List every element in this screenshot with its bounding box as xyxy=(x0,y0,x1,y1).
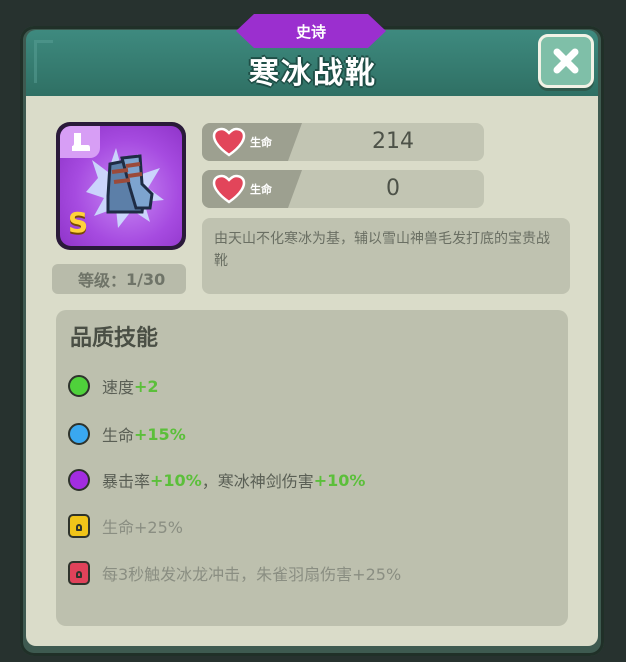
level-label: 等级： xyxy=(78,271,127,290)
stat-label: 生命 xyxy=(250,183,272,196)
green-dot-icon xyxy=(68,375,90,397)
skill-bonus: +10% xyxy=(313,470,366,490)
skill-text: 速度 xyxy=(102,378,135,397)
heart-icon xyxy=(212,174,246,204)
level-value: 1/30 xyxy=(126,269,166,289)
skill-item: 速度 +2 xyxy=(68,372,159,400)
stat-label: 生命 xyxy=(250,136,272,149)
skill-item: 暴击率 +10% ，寒冰神剑伤害 +10% xyxy=(68,466,365,494)
lock-icon xyxy=(68,561,90,585)
item-title: 寒冰战靴 xyxy=(249,56,377,91)
skill-bonus: +10% xyxy=(150,470,202,490)
skill-item-locked: 生命+25% xyxy=(68,512,183,540)
heart-icon xyxy=(212,127,246,157)
stat-value: 214 xyxy=(372,129,414,154)
close-button[interactable] xyxy=(538,34,594,88)
purple-dot-icon xyxy=(68,469,90,491)
skill-text: ，寒冰神剑伤害 xyxy=(201,472,314,491)
stat-row-hp-bonus: 生命 0 xyxy=(202,170,484,208)
blue-dot-icon xyxy=(68,423,90,445)
rarity-badge: 史诗 xyxy=(236,14,386,48)
grade-letter: S xyxy=(68,206,89,239)
skill-bonus: +2 xyxy=(134,376,159,396)
lock-icon xyxy=(68,514,90,538)
skill-text: 每3秒触发冰龙冲击，朱雀羽扇伤害+25% xyxy=(102,565,402,584)
stat-value: 0 xyxy=(386,176,400,201)
ice-boots-icon xyxy=(86,148,164,228)
skill-text: 生命 xyxy=(102,426,135,445)
skill-item: 生命 +15% xyxy=(68,420,186,448)
skill-bonus: +15% xyxy=(134,424,186,444)
skill-item-locked: 每3秒触发冰龙冲击，朱雀羽扇伤害+25% xyxy=(68,559,401,587)
stat-row-hp: 生命 214 xyxy=(202,123,484,161)
skill-text: 生命+25% xyxy=(102,518,183,537)
quality-skills-title: 品质技能 xyxy=(70,326,159,351)
level-indicator: 等级： 1/30 xyxy=(52,264,186,294)
item-description: 由天山不化寒冰为基，辅以雪山神兽毛发打底的宝贵战靴 xyxy=(202,218,570,294)
skill-text: 暴击率 xyxy=(102,472,151,491)
close-x-icon xyxy=(553,48,579,74)
header-decoration xyxy=(34,40,53,83)
